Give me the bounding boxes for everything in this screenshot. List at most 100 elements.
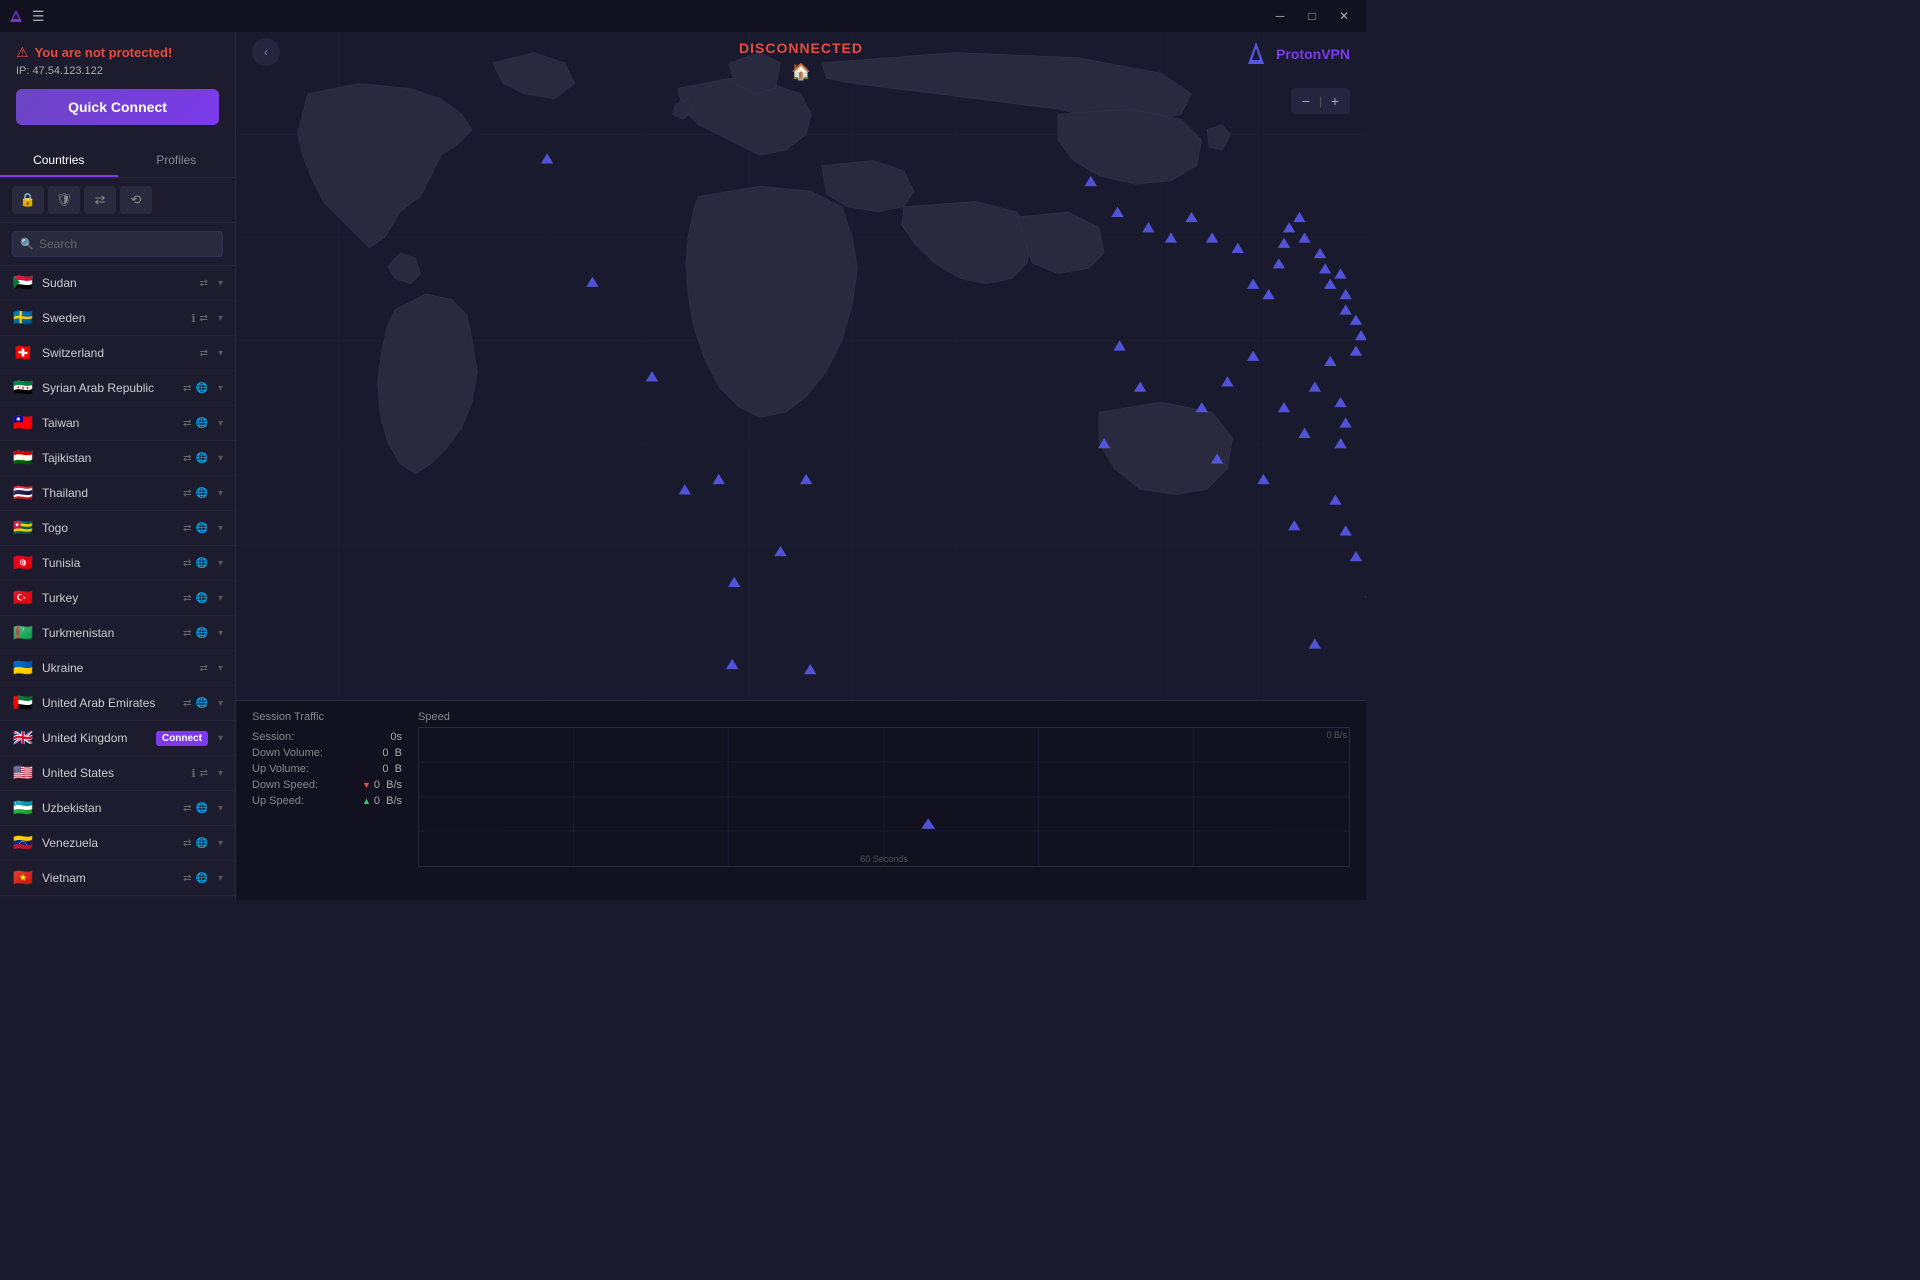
home-icon[interactable]: 🏠	[791, 62, 811, 82]
zoom-out-button[interactable]: −	[1295, 90, 1317, 112]
filter-p2p-button[interactable]: ⇄	[84, 186, 116, 214]
p2p-icon: ⇄	[183, 558, 191, 569]
country-flag: 🇹🇼	[12, 413, 34, 433]
chevron-down-icon: ▾	[218, 558, 223, 569]
country-flag: 🇹🇳	[12, 553, 34, 573]
proton-logo-icon	[1242, 40, 1270, 68]
info-icon: ℹ	[191, 312, 195, 325]
list-item[interactable]: 🇦🇪 United Arab Emirates ⇄🌐 ▾	[0, 686, 235, 721]
country-flag: 🇺🇦	[12, 658, 34, 678]
chevron-down-icon: ▾	[218, 488, 223, 499]
country-icons: ⇄🌐	[183, 838, 208, 849]
minimize-button[interactable]: ─	[1266, 6, 1294, 26]
country-name: Taiwan	[42, 416, 175, 430]
filter-tor-button[interactable]: ⟲	[120, 186, 152, 214]
country-name: Thailand	[42, 486, 175, 500]
map-area: ‹ DISCONNECTED 🏠 ProtonVPN − | +	[236, 32, 1366, 900]
zoom-in-button[interactable]: +	[1324, 90, 1346, 112]
chevron-down-icon: ▾	[218, 873, 223, 884]
session-value: 0s	[390, 731, 402, 743]
p2p-icon: ⇄	[183, 698, 191, 709]
warning-icon: ⚠	[16, 44, 29, 61]
maximize-button[interactable]: □	[1298, 6, 1326, 26]
up-vol-label: Up Volume:	[252, 763, 309, 775]
list-item[interactable]: 🇸🇪 Sweden ℹ⇄ ▾	[0, 301, 235, 336]
stat-row-session: Session: 0s	[252, 731, 402, 743]
down-vol-value: 0 B	[382, 747, 402, 759]
list-item[interactable]: 🇸🇩 Sudan ⇄ ▾	[0, 266, 235, 301]
country-name: Syrian Arab Republic	[42, 381, 175, 395]
country-icons: ⇄	[200, 663, 208, 674]
sidebar: ⚠ You are not protected! IP: 47.54.123.1…	[0, 32, 236, 900]
list-item[interactable]: 🇾🇪 Yemen ⇄🌐 ▾	[0, 896, 235, 900]
connect-badge[interactable]: Connect	[156, 731, 208, 746]
list-item[interactable]: 🇹🇷 Turkey ⇄🌐 ▾	[0, 581, 235, 616]
list-item[interactable]: 🇻🇪 Venezuela ⇄🌐 ▾	[0, 826, 235, 861]
search-input[interactable]	[12, 231, 223, 257]
country-name: Switzerland	[42, 346, 192, 360]
country-flag: 🇹🇭	[12, 483, 34, 503]
country-icons: ⇄🌐	[183, 873, 208, 884]
list-item[interactable]: 🇻🇳 Vietnam ⇄🌐 ▾	[0, 861, 235, 896]
quick-connect-button[interactable]: Quick Connect	[16, 89, 219, 125]
list-item[interactable]: 🇹🇬 Togo ⇄🌐 ▾	[0, 511, 235, 546]
list-item[interactable]: 🇹🇼 Taiwan ⇄🌐 ▾	[0, 406, 235, 441]
tab-profiles[interactable]: Profiles	[118, 145, 236, 177]
session-traffic-title: Session Traffic	[252, 711, 402, 723]
close-button[interactable]: ✕	[1330, 6, 1358, 26]
tab-countries[interactable]: Countries	[0, 145, 118, 177]
p2p-icon: ⇄	[183, 488, 191, 499]
country-name: Togo	[42, 521, 175, 535]
titlebar: ☰ ─ □ ✕	[0, 0, 1366, 32]
p2p-icon: ⇄	[200, 278, 208, 289]
chevron-down-icon: ▾	[218, 733, 223, 744]
p2p-icon: ⇄	[183, 383, 191, 394]
search-row: 🔍	[0, 223, 235, 266]
p2p-icon: ⇄	[183, 838, 191, 849]
country-list: 🇸🇩 Sudan ⇄ ▾ 🇸🇪 Sweden ℹ⇄ ▾ 🇨🇭 Switzerla…	[0, 266, 235, 900]
hamburger-icon[interactable]: ☰	[32, 8, 45, 25]
stat-row-up-vol: Up Volume: 0 B	[252, 763, 402, 775]
search-icon: 🔍	[20, 238, 34, 251]
chart-area: 60 Seconds 0 B/s	[418, 727, 1350, 867]
list-item[interactable]: 🇸🇾 Syrian Arab Republic ⇄🌐 ▾	[0, 371, 235, 406]
chevron-down-icon: ▾	[218, 383, 223, 394]
country-name: Turkey	[42, 591, 175, 605]
collapse-sidebar-button[interactable]: ‹	[252, 38, 280, 66]
country-name: Turkmenistan	[42, 626, 175, 640]
list-item[interactable]: 🇺🇿 Uzbekistan ⇄🌐 ▾	[0, 791, 235, 826]
list-item[interactable]: 🇬🇧 United Kingdom Connect ▾	[0, 721, 235, 756]
country-flag: 🇸🇩	[12, 273, 34, 293]
country-name: Tajikistan	[42, 451, 175, 465]
filter-row: 🔒 🛡 ⇄ ⟲	[0, 178, 235, 223]
search-wrap: 🔍	[12, 231, 223, 257]
session-label: Session:	[252, 731, 294, 743]
list-item[interactable]: 🇨🇭 Switzerland ⇄ ▾	[0, 336, 235, 371]
down-vol-label: Down Volume:	[252, 747, 323, 759]
speed-chart-title: Speed	[418, 711, 1350, 723]
country-icons: ⇄🌐	[183, 628, 208, 639]
list-item[interactable]: 🇺🇸 United States ℹ⇄ ▾	[0, 756, 235, 791]
country-icons: ⇄🌐	[183, 383, 208, 394]
connection-status: DISCONNECTED	[739, 40, 863, 56]
globe-icon: 🌐	[196, 698, 208, 709]
list-item[interactable]: 🇺🇦 Ukraine ⇄ ▾	[0, 651, 235, 686]
globe-icon: 🌐	[196, 628, 208, 639]
list-item[interactable]: 🇹🇲 Turkmenistan ⇄🌐 ▾	[0, 616, 235, 651]
main-layout: ⚠ You are not protected! IP: 47.54.123.1…	[0, 32, 1366, 900]
list-item[interactable]: 🇹🇳 Tunisia ⇄🌐 ▾	[0, 546, 235, 581]
country-flag: 🇻🇳	[12, 868, 34, 888]
p2p-icon: ⇄	[200, 313, 208, 324]
list-item[interactable]: 🇹🇭 Thailand ⇄🌐 ▾	[0, 476, 235, 511]
proton-logo-text: ProtonVPN	[1276, 46, 1350, 62]
globe-icon: 🌐	[196, 418, 208, 429]
country-icons: ⇄🌐	[183, 418, 208, 429]
country-icons: ⇄🌐	[183, 558, 208, 569]
p2p-icon: ⇄	[200, 768, 208, 779]
globe-icon: 🌐	[196, 558, 208, 569]
list-item[interactable]: 🇹🇯 Tajikistan ⇄🌐 ▾	[0, 441, 235, 476]
filter-shield-button[interactable]: 🛡	[48, 186, 80, 214]
p2p-icon: ⇄	[200, 348, 208, 359]
filter-lock-button[interactable]: 🔒	[12, 186, 44, 214]
stat-row-down-speed: Down Speed: ▼ 0 B/s	[252, 779, 402, 791]
